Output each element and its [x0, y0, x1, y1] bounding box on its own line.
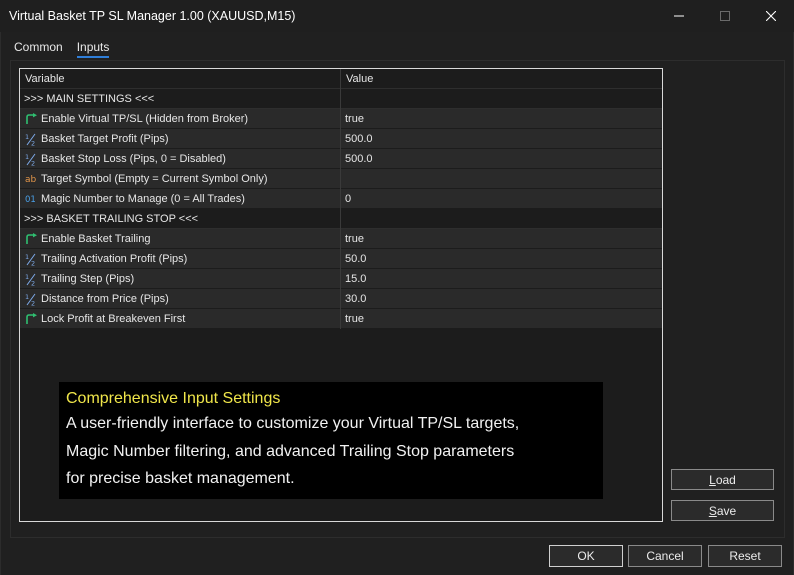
svg-text:ab: ab [25, 175, 37, 185]
value-cell[interactable]: 15.0 [341, 269, 662, 289]
variable-label: Trailing Step (Pips) [41, 273, 135, 285]
grid-header: Variable Value [20, 69, 662, 89]
variable-cell: 1 2 Trailing Activation Profit (Pips) [20, 249, 341, 269]
variable-label: Target Symbol (Empty = Current Symbol On… [41, 173, 268, 185]
table-row[interactable]: 1 2 Trailing Activation Profit (Pips) 50.0 [20, 249, 662, 269]
table-row[interactable]: 1 2 Distance from Price (Pips) 30.0 [20, 289, 662, 309]
variable-cell: 1 2 Basket Stop Loss (Pips, 0 = Disabled) [20, 149, 341, 169]
ok-button[interactable]: OK [549, 545, 623, 567]
variable-cell: 1 2 Trailing Step (Pips) [20, 269, 341, 289]
variable-label: Lock Profit at Breakeven First [41, 313, 186, 325]
half-fraction-icon: 12 [24, 152, 38, 166]
half-fraction-icon: 12 [24, 132, 38, 146]
column-header-variable[interactable]: Variable [20, 69, 341, 89]
svg-text:2: 2 [31, 159, 35, 166]
close-icon [766, 11, 776, 21]
svg-text:2: 2 [31, 259, 35, 266]
variable-cell: 1 2 Basket Target Profit (Pips) [20, 129, 341, 149]
maximize-button[interactable] [702, 0, 748, 32]
variable-label: Enable Basket Trailing [41, 233, 151, 245]
svg-text:2: 2 [31, 299, 35, 306]
integer-01-icon: 01 [24, 192, 38, 206]
bool-arrow-icon [24, 312, 38, 326]
overlay-line-3: for precise basket management. [66, 470, 295, 487]
variable-cell: >>> MAIN SETTINGS <<< [20, 89, 341, 109]
section-row[interactable]: >>> BASKET TRAILING STOP <<< [20, 209, 662, 229]
variable-cell: ab Target Symbol (Empty = Current Symbol … [20, 169, 341, 189]
overlay-heading: Comprehensive Input Settings [66, 390, 281, 407]
value-cell[interactable]: true [341, 229, 662, 249]
table-row[interactable]: 1 2 Basket Stop Loss (Pips, 0 = Disabled) 5… [20, 149, 662, 169]
tab-common[interactable]: Common [14, 40, 63, 58]
value-cell[interactable]: 0 [341, 189, 662, 209]
value-cell[interactable]: 500.0 [341, 149, 662, 169]
value-cell [341, 89, 662, 109]
variable-label: Distance from Price (Pips) [41, 293, 169, 305]
svg-text:1: 1 [25, 293, 29, 301]
bool-arrow-icon [24, 112, 38, 126]
table-row[interactable]: 1 2 Basket Target Profit (Pips) 500.0 [20, 129, 662, 149]
half-fraction-icon: 12 [24, 252, 38, 266]
table-row[interactable]: Enable Virtual TP/SL (Hidden from Broker… [20, 109, 662, 129]
section-row[interactable]: >>> MAIN SETTINGS <<< [20, 89, 662, 109]
table-row[interactable]: 1 2 Trailing Step (Pips) 15.0 [20, 269, 662, 289]
value-cell[interactable]: true [341, 109, 662, 129]
load-button[interactable]: Load [671, 469, 774, 490]
variable-label: Basket Stop Loss (Pips, 0 = Disabled) [41, 153, 226, 165]
value-cell[interactable] [341, 169, 662, 189]
table-row[interactable]: Enable Basket Trailing true [20, 229, 662, 249]
promo-overlay: Comprehensive Input Settings A user-frie… [59, 382, 603, 499]
minimize-icon [674, 15, 684, 17]
reset-button[interactable]: Reset [708, 545, 782, 567]
overlay-line-1: A user-friendly interface to customize y… [66, 415, 520, 432]
variable-cell: Lock Profit at Breakeven First [20, 309, 341, 329]
window-title: Virtual Basket TP SL Manager 1.00 (XAUUS… [9, 9, 296, 23]
minimize-button[interactable] [656, 0, 702, 32]
variable-cell: Enable Basket Trailing [20, 229, 341, 249]
table-row[interactable]: ab Target Symbol (Empty = Current Symbol … [20, 169, 662, 189]
variable-cell: 1 2 Distance from Price (Pips) [20, 289, 341, 309]
variable-label: >>> MAIN SETTINGS <<< [24, 93, 155, 105]
tab-inputs[interactable]: Inputs [76, 40, 110, 58]
overlay-line-2: Magic Number filtering, and advanced Tra… [66, 442, 515, 460]
svg-text:1: 1 [25, 253, 29, 261]
variable-cell: >>> BASKET TRAILING STOP <<< [20, 209, 341, 229]
value-cell[interactable]: 500.0 [341, 129, 662, 149]
title-bar: Virtual Basket TP SL Manager 1.00 (XAUUS… [0, 0, 794, 32]
value-cell[interactable]: 50.0 [341, 249, 662, 269]
value-cell [341, 209, 662, 229]
variable-cell: Enable Virtual TP/SL (Hidden from Broker… [20, 109, 341, 129]
svg-text:2: 2 [31, 279, 35, 286]
variable-label: Enable Virtual TP/SL (Hidden from Broker… [41, 113, 249, 125]
table-row[interactable]: Lock Profit at Breakeven First true [20, 309, 662, 329]
value-cell[interactable]: 30.0 [341, 289, 662, 309]
cancel-button[interactable]: Cancel [628, 545, 702, 567]
variable-label: >>> BASKET TRAILING STOP <<< [24, 213, 199, 225]
svg-text:2: 2 [31, 139, 35, 146]
variable-label: Trailing Activation Profit (Pips) [41, 253, 188, 265]
svg-text:1: 1 [25, 273, 29, 281]
close-button[interactable] [748, 0, 794, 32]
svg-text:1: 1 [25, 153, 29, 161]
string-ab-icon: ab [24, 172, 38, 186]
svg-text:01: 01 [25, 195, 36, 205]
save-button[interactable]: Save [671, 500, 774, 521]
tab-bar: Common Inputs [14, 40, 110, 58]
variable-label: Magic Number to Manage (0 = All Trades) [41, 193, 245, 205]
variable-cell: 01 Magic Number to Manage (0 = All Trades… [20, 189, 341, 209]
half-fraction-icon: 12 [24, 292, 38, 306]
value-cell[interactable]: true [341, 309, 662, 329]
half-fraction-icon: 12 [24, 272, 38, 286]
bool-arrow-icon [24, 232, 38, 246]
maximize-icon [720, 11, 730, 21]
svg-text:1: 1 [25, 133, 29, 141]
table-row[interactable]: 01 Magic Number to Manage (0 = All Trades… [20, 189, 662, 209]
variable-label: Basket Target Profit (Pips) [41, 133, 169, 145]
column-header-value[interactable]: Value [341, 69, 662, 89]
